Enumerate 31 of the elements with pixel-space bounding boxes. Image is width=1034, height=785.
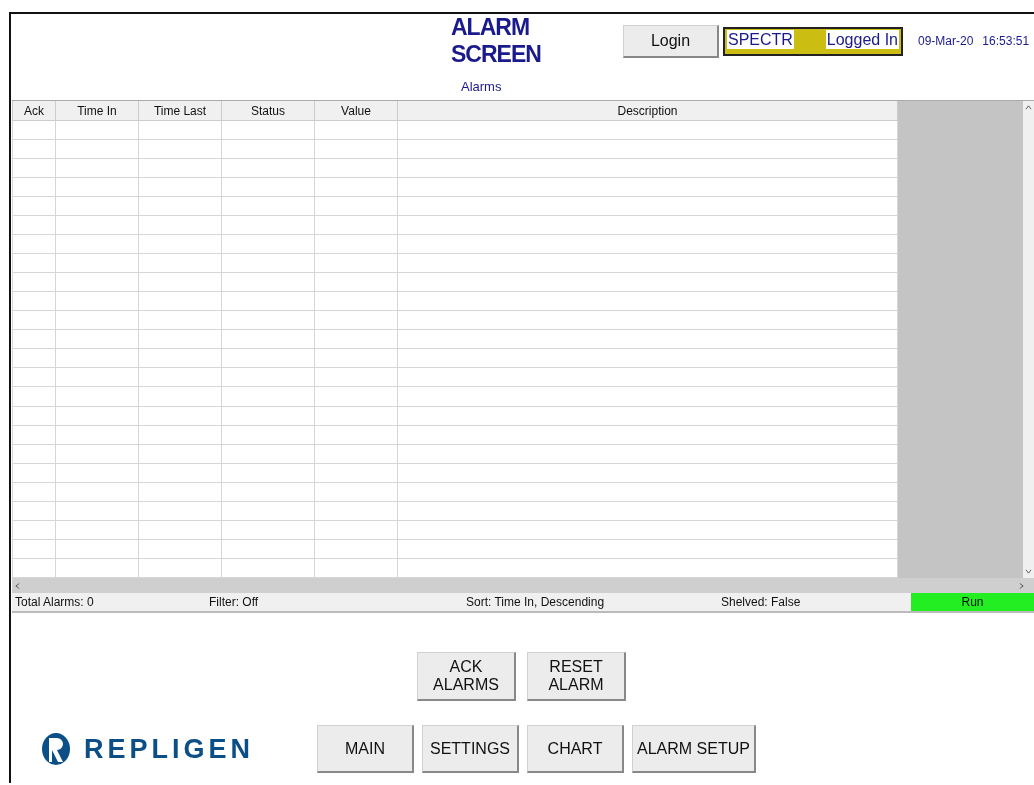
shelved-text: Shelved: False <box>721 595 802 609</box>
nav-button[interactable]: CHART <box>527 725 624 773</box>
scroll-up-icon[interactable] <box>1024 105 1032 110</box>
column-header[interactable]: Time Last <box>138 101 222 121</box>
scroll-left-icon[interactable] <box>15 581 20 590</box>
column-header[interactable]: Value <box>314 101 398 121</box>
time-text: 16:53:51 <box>982 34 1030 48</box>
sort-text: Sort: Time In, Descending <box>466 595 606 609</box>
user-name: SPECTR <box>727 29 794 49</box>
run-indicator: Run <box>911 593 1034 611</box>
logo-icon <box>41 732 71 766</box>
login-status: Logged In <box>825 29 899 49</box>
date-text: 09-Mar-20 <box>918 34 974 48</box>
column-header[interactable]: Status <box>221 101 315 121</box>
column-header[interactable]: Ack <box>12 101 56 121</box>
nav-button[interactable]: ALARM SETUP <box>632 725 756 773</box>
action-button[interactable]: ACK ALARMS <box>417 652 516 701</box>
nav-button[interactable]: SETTINGS <box>422 725 519 773</box>
login-button[interactable]: Login <box>623 24 719 58</box>
total-alarms-text: Total Alarms: 0 <box>14 595 95 609</box>
column-header[interactable]: Time In <box>55 101 139 121</box>
column-header[interactable]: Description <box>397 101 898 121</box>
horizontal-scrollbar[interactable] <box>12 578 1034 593</box>
screen-title: ALARM SCREEN <box>451 14 542 68</box>
panel-title: Alarms <box>461 79 502 94</box>
logo-text: REPLIGEN <box>84 733 255 765</box>
nav-button[interactable]: MAIN <box>317 725 414 773</box>
filter-text: Filter: Off <box>209 595 260 609</box>
scroll-down-icon[interactable] <box>1024 569 1032 574</box>
scroll-right-icon[interactable] <box>1019 581 1024 590</box>
action-button[interactable]: RESET ALARM <box>527 652 626 701</box>
